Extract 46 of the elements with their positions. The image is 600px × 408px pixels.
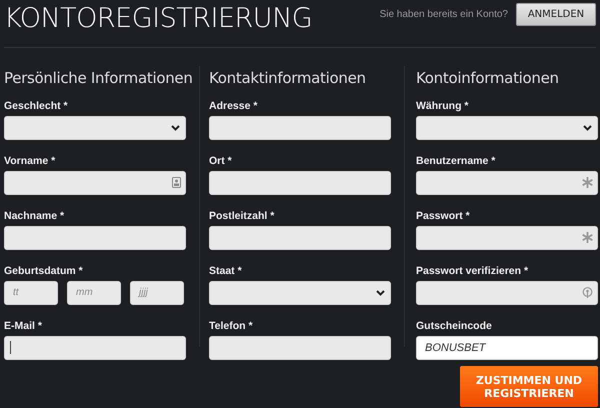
date-part-field[interactable]: tt (4, 281, 58, 305)
asterisk-icon (582, 232, 593, 243)
date-part-field[interactable]: jjjj (130, 281, 184, 305)
dropdown[interactable] (416, 116, 598, 140)
input-field[interactable]: BONUSBET (416, 336, 598, 360)
field-label: Staat * (209, 264, 243, 279)
section-heading: Kontaktinformationen (209, 68, 367, 89)
field-label: Passwort * (416, 209, 471, 224)
field-label: E-Mail * (4, 319, 43, 334)
register-button[interactable]: ZUSTIMMEN UND REGISTRIEREN (460, 366, 598, 407)
input-field[interactable] (209, 336, 391, 360)
field-label: Passwort verifizieren * (416, 264, 530, 279)
date-part-field[interactable]: mm (67, 281, 121, 305)
dropdown[interactable] (209, 281, 391, 305)
chevron-down-icon (583, 125, 592, 131)
input-field[interactable] (416, 281, 598, 305)
chevron-down-icon (376, 290, 385, 296)
login-button[interactable]: ANMELDEN (516, 3, 596, 26)
field-label: Währung * (416, 99, 470, 114)
field-label: Postleitzahl * (209, 209, 276, 224)
chevron-down-icon (171, 125, 180, 131)
input-field[interactable] (4, 336, 186, 360)
input-field[interactable] (209, 116, 391, 140)
field-label: Adresse * (209, 99, 258, 114)
input-field[interactable] (416, 171, 598, 195)
contact-card-icon (172, 177, 181, 188)
input-field[interactable] (4, 226, 186, 250)
field-label: Benutzername * (416, 154, 496, 169)
input-field[interactable] (416, 226, 598, 250)
field-label: Telefon * (209, 319, 254, 334)
page-title: KONTOREGISTRIERUNG (4, 3, 312, 34)
section-heading: Persönliche Informationen (4, 68, 194, 89)
asterisk-icon (582, 177, 593, 188)
dropdown[interactable] (4, 116, 186, 140)
input-field[interactable] (4, 171, 186, 195)
field-label: Nachname * (4, 209, 66, 224)
key-icon (582, 287, 593, 299)
field-label: Geschlecht * (4, 99, 69, 114)
input-field[interactable] (209, 226, 391, 250)
field-label: Geburtsdatum * (4, 264, 84, 279)
field-label: Vorname * (4, 154, 56, 169)
login-prompt: Sie haben bereits ein Konto? (380, 9, 508, 20)
field-label: Gutscheincode (416, 319, 493, 334)
field-label: Ort * (209, 154, 233, 169)
section-heading: Kontoinformationen (416, 68, 560, 89)
input-field[interactable] (209, 171, 391, 195)
